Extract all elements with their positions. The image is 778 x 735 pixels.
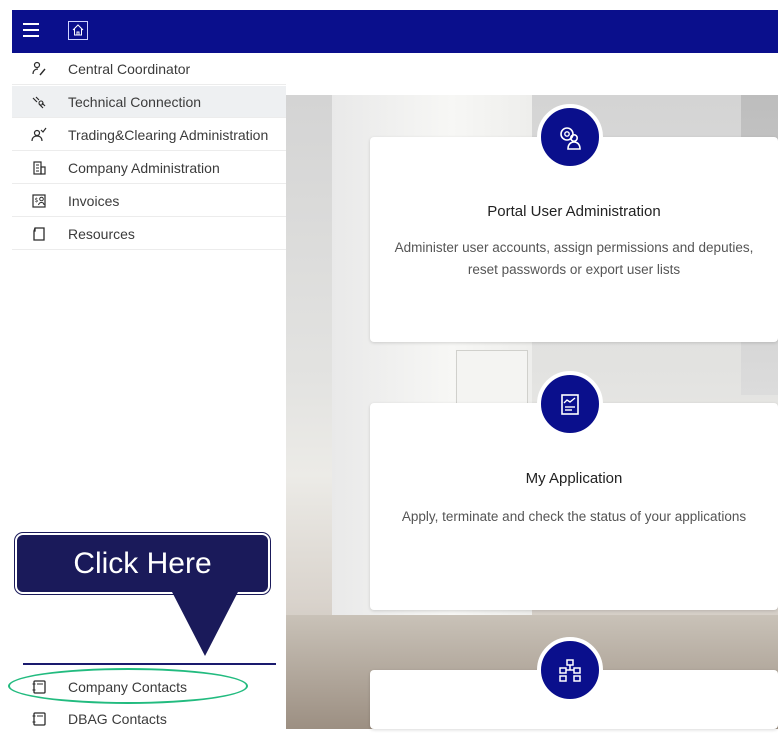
svg-text:$: $ — [35, 197, 39, 204]
building-icon — [31, 160, 47, 176]
contact-book-icon — [31, 711, 47, 727]
sidebar-item-label: Invoices — [68, 193, 120, 209]
card-description: Apply, terminate and check the status of… — [401, 509, 747, 524]
connection-icon — [31, 94, 47, 110]
sidebar-item-central-coordinator[interactable]: Central Coordinator — [12, 53, 286, 85]
sidebar-item-label: Company Contacts — [68, 679, 188, 695]
sidebar-item-invoices[interactable]: $ Invoices — [12, 185, 286, 217]
card-title: My Application — [525, 470, 623, 487]
callout-text: Click Here — [73, 547, 212, 580]
sidebar-item-label: Central Coordinator — [68, 61, 191, 77]
shell-header — [12, 10, 778, 53]
contact-book-icon — [31, 679, 47, 695]
callout-arrow — [171, 590, 239, 656]
application-form-icon[interactable] — [537, 371, 603, 437]
sidebar-item-label: DBAG Contacts — [68, 711, 167, 727]
sidebar-item-trading-clearing-administration[interactable]: Trading&Clearing Administration — [12, 119, 286, 151]
sidebar-item-label: Technical Connection — [68, 94, 202, 110]
hamburger-icon[interactable] — [23, 23, 39, 37]
card-description: Administer user accounts, assign permiss… — [394, 240, 754, 277]
sidebar-item-resources[interactable]: Resources — [12, 218, 286, 250]
navigation-sidebar: Central Coordinator Technical Connection… — [12, 53, 286, 729]
sidebar-divider — [23, 663, 276, 665]
sidebar-item-label: Company Administration — [68, 160, 220, 176]
click-here-callout: Click Here — [15, 533, 270, 594]
sidebar-item-company-administration[interactable]: Company Administration — [12, 152, 286, 184]
sidebar-item-label: Trading&Clearing Administration — [68, 127, 269, 143]
sidebar-item-label: Resources — [68, 226, 135, 242]
card-title: Portal User Administration — [487, 203, 661, 220]
sidebar-item-technical-connection[interactable]: Technical Connection — [12, 86, 286, 118]
sidebar-item-dbag-contacts[interactable]: DBAG Contacts — [12, 703, 286, 735]
subheader-bar — [286, 53, 778, 96]
home-icon[interactable] — [68, 21, 88, 40]
sidebar-item-company-contacts[interactable]: Company Contacts — [12, 671, 286, 703]
invoice-icon: $ — [31, 193, 47, 209]
document-icon — [31, 226, 47, 242]
user-settings-icon[interactable] — [537, 104, 603, 170]
network-icon[interactable] — [537, 637, 603, 703]
person-check-icon — [31, 127, 47, 143]
person-pen-icon — [31, 61, 47, 77]
